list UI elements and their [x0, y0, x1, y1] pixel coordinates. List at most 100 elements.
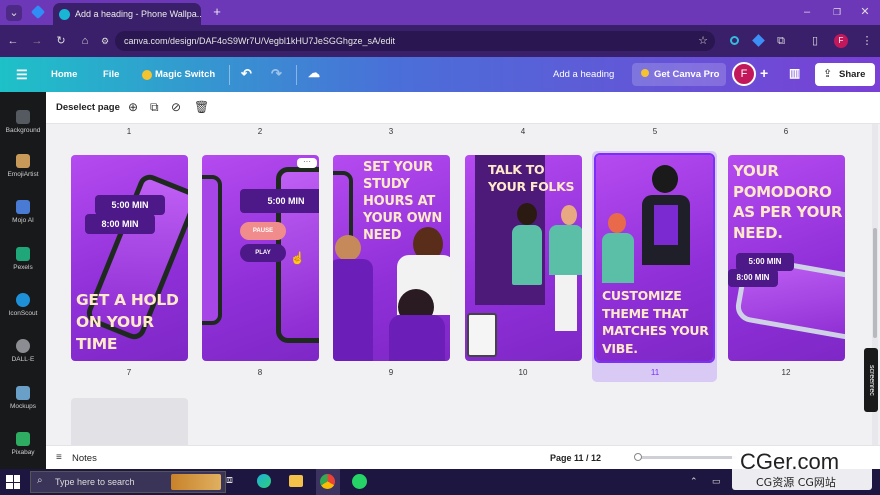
page-heading: GET A HOLD ON YOUR TIME [76, 291, 179, 353]
background-icon [16, 110, 30, 124]
forward-icon[interactable]: → [30, 33, 44, 49]
share-button[interactable]: ⇪ Share [815, 63, 875, 86]
zoom-slider[interactable] [636, 456, 736, 459]
restore-icon[interactable]: ❐ [830, 4, 844, 20]
magic-switch-button[interactable]: Magic Switch [155, 69, 215, 80]
page-heading: TALK TO YOUR FOLKS [488, 162, 575, 194]
sidebar-item-pexels[interactable]: Pexels [0, 247, 46, 271]
sidebar-item-pixabay[interactable]: Pixabay [0, 432, 46, 456]
screenrec-badge[interactable]: screenrec [864, 348, 878, 412]
duplicate-page-icon[interactable]: ⧉ [150, 100, 159, 115]
minimize-icon[interactable]: – [800, 4, 814, 20]
insights-chart-icon[interactable]: ▥ [789, 66, 800, 80]
extension-1-icon[interactable] [730, 36, 739, 45]
delete-page-icon[interactable]: 🗑 [194, 100, 209, 114]
notes-button[interactable]: Notes [72, 453, 97, 464]
file-explorer-icon[interactable] [289, 475, 303, 487]
watermark: CGer.com CG资源 CG网站 [732, 448, 872, 490]
network-icon[interactable]: ▭ [712, 476, 721, 487]
chrome-icon[interactable] [320, 474, 335, 489]
undo-icon[interactable]: ↶ [241, 66, 252, 82]
whatsapp-icon[interactable] [352, 474, 367, 489]
add-collaborator-icon[interactable]: + [760, 65, 768, 81]
person-illustration [335, 235, 361, 261]
mockups-icon [16, 386, 30, 400]
windows-start-icon[interactable] [6, 475, 20, 489]
taskbar-search-box[interactable]: ⌕ Type here to search [30, 471, 226, 493]
redo-icon[interactable]: ↷ [271, 66, 282, 82]
sidebar-item-mojo-ai[interactable]: Mojo AI [0, 200, 46, 224]
phone-mockup-image [202, 175, 222, 325]
url-field[interactable]: canva.com/design/DAF4oS9Wr7U/Vegbl1kHU7J… [115, 31, 715, 51]
new-tab-icon[interactable]: + [210, 4, 224, 20]
emojiartist-icon [16, 154, 30, 168]
tab-list-icon[interactable]: ⌄ [6, 5, 22, 21]
page-number: 11 [650, 368, 660, 377]
extension-icon[interactable] [30, 4, 46, 20]
back-icon[interactable]: ← [6, 33, 20, 49]
person-illustration [555, 275, 577, 331]
page-number: 10 [518, 368, 528, 377]
page-thumbnail-8[interactable]: 5:00 MIN PAUSE PLAY ☝ [202, 155, 319, 361]
sidebar-item-label: IconScout [8, 310, 38, 317]
timer-pill: 5:00 MIN [95, 195, 165, 215]
file-menu-button[interactable]: File [103, 69, 119, 80]
page-number: 8 [257, 368, 263, 377]
sidebar-item-label: Background [5, 127, 41, 134]
sidebar-item-dalle[interactable]: DALL·E [0, 339, 46, 363]
sidebar-item-iconscout[interactable]: IconScout [0, 293, 46, 317]
profile-avatar[interactable]: F [834, 34, 848, 48]
edge-icon[interactable] [257, 474, 271, 488]
menu-icon[interactable]: ☰ [16, 67, 28, 83]
divider [229, 65, 230, 85]
scrollbar-thumb[interactable] [873, 228, 877, 338]
page-thumbnail-11[interactable]: CUSTOMIZE THEME THAT MATCHES YOUR VIBE. [594, 153, 715, 363]
user-avatar[interactable]: F [732, 62, 756, 86]
task-view-icon[interactable]: ⧈ [226, 474, 233, 487]
get-pro-button[interactable]: Get Canva Pro [632, 63, 726, 86]
search-icon: ⌕ [37, 475, 43, 486]
site-info-icon[interactable]: ⚙ [98, 33, 112, 49]
magic-switch-icon [142, 70, 152, 80]
tray-chevron-icon[interactable]: ⌃ [690, 476, 698, 487]
page-number: 9 [388, 368, 394, 377]
sidebar-item-background[interactable]: Background [0, 110, 46, 134]
search-placeholder: Type here to search [55, 477, 135, 487]
deselect-page-button[interactable]: Deselect page [56, 102, 120, 113]
page-thumbnail-7[interactable]: 5:00 MIN 8:00 MIN GET A HOLD ON YOUR TIM… [71, 155, 188, 361]
home-icon[interactable]: ⌂ [78, 33, 92, 49]
page-number: 7 [126, 368, 132, 377]
bookmark-star-icon[interactable]: ☆ [696, 33, 710, 49]
page-number: 2 [257, 127, 263, 136]
sidebar-item-emojiartist[interactable]: EmojiArtist [0, 154, 46, 178]
add-page-icon[interactable]: ⊕ [128, 100, 138, 114]
timer-pill: 8:00 MIN [85, 214, 155, 234]
sidebar-item-label: DALL·E [11, 356, 35, 363]
close-window-icon[interactable]: ✕ [858, 4, 872, 20]
iconscout-icon [16, 293, 30, 307]
cloud-save-icon[interactable]: ☁ [308, 66, 320, 80]
person-illustration [333, 259, 373, 361]
page-number: 6 [783, 127, 789, 136]
reload-icon[interactable]: ↻ [54, 33, 68, 49]
extensions-puzzle-icon[interactable]: ⧉ [774, 33, 788, 49]
zoom-slider-handle[interactable] [634, 453, 642, 461]
page-thumbnail-9[interactable]: SET YOUR STUDY HOURS AT YOUR OWN NEED [333, 155, 450, 361]
browser-menu-icon[interactable]: ⋮ [860, 33, 874, 49]
crown-icon [641, 69, 649, 77]
search-highlight-image [171, 474, 221, 490]
design-title[interactable]: Add a heading [553, 69, 614, 80]
home-button[interactable]: Home [51, 69, 77, 80]
page-toolbar: Deselect page ⊕ ⧉ ⊘ 🗑 [46, 92, 880, 124]
more-options-icon[interactable]: ··· [297, 158, 317, 168]
page-thumbnail-12[interactable]: YOUR POMODORO AS PER YOUR NEED. 5:00 MIN… [728, 155, 845, 361]
apps-sidebar: Background EmojiArtist Mojo AI Pexels Ic… [0, 92, 46, 469]
add-page-placeholder[interactable] [71, 398, 188, 445]
pause-pill: PAUSE [240, 222, 286, 240]
sidebar-item-mockups[interactable]: Mockups [0, 386, 46, 410]
browser-tab[interactable]: Add a heading - Phone Wallpa... ✕ [53, 3, 201, 25]
side-panel-icon[interactable]: ▯ [808, 33, 822, 49]
page-thumbnail-10[interactable]: TALK TO YOUR FOLKS [465, 155, 582, 361]
page-indicator[interactable]: Page 11 / 12 [550, 453, 601, 463]
hide-page-icon[interactable]: ⊘ [171, 100, 181, 114]
